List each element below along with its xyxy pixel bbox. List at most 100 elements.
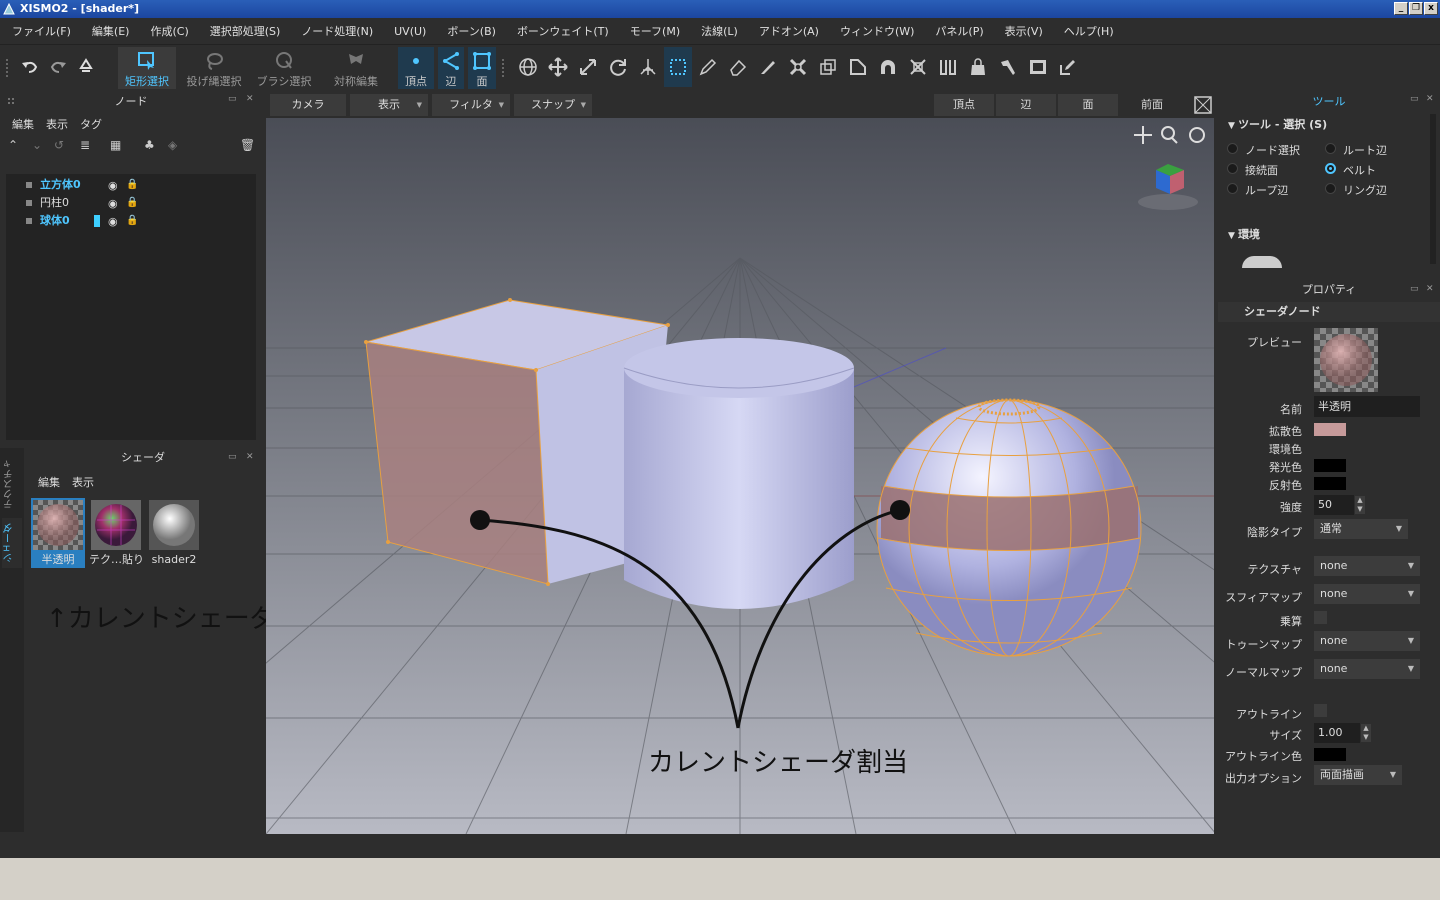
emissive-color-swatch[interactable] [1314,459,1346,472]
viewport-layout-icon[interactable] [1192,94,1214,116]
menu-bone-weight[interactable]: ボーンウェイト(T) [517,23,609,39]
texture-dropdown[interactable]: none ▼ [1314,556,1420,576]
filter-dropdown[interactable]: フィルタ ▼ [432,94,510,116]
normalmap-dropdown[interactable]: none ▼ [1314,659,1420,679]
extrude-tool-button[interactable] [814,47,842,87]
panel-close-icon[interactable]: ✕ [1426,284,1434,294]
recycle-button[interactable] [72,47,100,87]
cylinder-mesh[interactable] [623,338,855,609]
view-name[interactable]: 前面 [1120,94,1184,116]
menu-window[interactable]: ウィンドウ(W) [840,23,914,39]
shader-thumb-translucent[interactable]: 半透明 [31,498,85,568]
outline-checkbox[interactable] [1314,704,1327,717]
brush-select-button[interactable]: ブラシ選択 [254,47,314,89]
move-down-icon[interactable]: ⌄ [32,138,42,152]
pivot-tool-button[interactable] [634,47,662,87]
knife-tool-button[interactable] [754,47,782,87]
shader-menu-edit[interactable]: 編集 [38,474,60,490]
camera-dropdown[interactable]: カメラ [270,94,346,116]
reset-icon[interactable]: ↺ [54,138,64,152]
node-menu-view[interactable]: 表示 [46,116,68,132]
intensity-input[interactable]: 50 [1314,495,1354,515]
scale-tool-button[interactable] [574,47,602,87]
layers-icon[interactable]: ≣ [80,138,90,152]
radio-connected-face[interactable]: 接続面 [1227,162,1278,178]
panel-minimize-icon[interactable]: ▭ [1410,284,1419,294]
visibility-icon[interactable]: ◉ [108,195,118,213]
env-section-header[interactable]: ▼ 環境 [1228,226,1260,242]
vertex-mode-button[interactable]: 頂点 [398,47,434,89]
display-dropdown[interactable]: 表示 ▼ [350,94,428,116]
menu-addon[interactable]: アドオン(A) [759,23,819,39]
radio-root-edge[interactable]: ルート辺 [1325,142,1387,158]
restore-button[interactable]: ❐ [1409,2,1423,15]
panel-minimize-icon[interactable]: ▭ [228,94,237,104]
menu-help[interactable]: ヘルプ(H) [1064,23,1114,39]
rect-select-button[interactable]: 矩形選択 [118,47,176,89]
edit-tool-button[interactable] [1054,47,1082,87]
rotate-tool-button[interactable] [604,47,632,87]
size-input[interactable]: 1.00 [1314,723,1360,743]
face-mode-button[interactable]: 面 [468,47,496,89]
pencil-tool-button[interactable] [694,47,722,87]
bridge-tool-button[interactable] [874,47,902,87]
menu-file[interactable]: ファイル(F) [12,23,71,39]
minimize-button[interactable]: _ [1394,2,1408,15]
menu-uv[interactable]: UV(U) [394,25,426,38]
eraser-tool-button[interactable] [724,47,752,87]
close-button[interactable]: x [1424,2,1438,15]
radio-ring-edge[interactable]: リング辺 [1325,182,1387,198]
edge-mode-button[interactable]: 辺 [438,47,464,89]
merge-tool-button[interactable] [784,47,812,87]
group-icon[interactable]: ♣ [144,138,155,152]
radio-belt[interactable]: ベルト [1325,162,1376,178]
bevel-tool-button[interactable] [844,47,872,87]
view-vertex-button[interactable]: 頂点 [934,94,994,116]
node-menu-edit[interactable]: 編集 [12,116,34,132]
menu-panel[interactable]: パネル(P) [935,23,983,39]
bag-tool-button[interactable] [964,47,992,87]
multiply-checkbox[interactable] [1314,611,1327,624]
panel-minimize-icon[interactable]: ▭ [1410,94,1419,104]
menu-edit[interactable]: 編集(E) [92,23,130,39]
film-tool-button[interactable] [1024,47,1052,87]
shader-thumb-shader2[interactable]: shader2 [147,498,201,568]
undo-button[interactable] [16,47,44,87]
diffuse-color-swatch[interactable] [1314,423,1346,436]
move-up-icon[interactable]: ⌃ [8,138,18,152]
lock-icon[interactable]: 🔒 [126,194,138,212]
menu-create[interactable]: 作成(C) [150,23,188,39]
radio-loop-edge[interactable]: ループ辺 [1227,182,1288,198]
outline-color-swatch[interactable] [1314,748,1346,761]
lasso-select-button[interactable]: 投げ縄選択 [184,47,244,89]
sphere-mesh[interactable] [876,398,1142,657]
output-option-dropdown[interactable]: 両面描画 ▼ [1314,765,1402,785]
menu-selection[interactable]: 選択部処理(S) [210,23,281,39]
lock-icon[interactable]: 🔒 [126,212,138,230]
menu-normal[interactable]: 法線(L) [701,23,738,39]
shader-thumb-texture[interactable]: テク…貼り [89,498,143,568]
hammer-tool-button[interactable] [994,47,1022,87]
panel-minimize-icon[interactable]: ▭ [228,452,237,462]
move-tool-button[interactable] [544,47,572,87]
tool-scrollbar[interactable] [1430,114,1436,264]
globe-tool-button[interactable] [514,47,542,87]
box-icon[interactable]: ◈ [168,138,177,152]
panel-close-icon[interactable]: ✕ [1426,94,1434,104]
name-input[interactable]: 半透明 [1314,396,1420,417]
size-stepper[interactable]: ▲ ▼ [1361,724,1371,742]
view-edge-button[interactable]: 辺 [996,94,1056,116]
marquee-tool-button[interactable] [664,47,692,87]
visibility-icon[interactable]: ◉ [108,213,118,231]
symmetric-edit-button[interactable]: 対称編集 [328,47,384,89]
spheremap-dropdown[interactable]: none ▼ [1314,584,1420,604]
viewport-3d[interactable] [266,118,1214,834]
menu-node[interactable]: ノード処理(N) [301,23,373,39]
specular-color-swatch[interactable] [1314,477,1346,490]
visibility-icon[interactable]: ◉ [108,177,118,195]
menu-morph[interactable]: モーフ(M) [630,23,680,39]
shade-type-dropdown[interactable]: 通常 ▼ [1314,519,1408,539]
grid-icon[interactable]: ▦ [110,138,121,152]
menu-bone[interactable]: ボーン(B) [447,23,496,39]
toonmap-dropdown[interactable]: none ▼ [1314,631,1420,651]
